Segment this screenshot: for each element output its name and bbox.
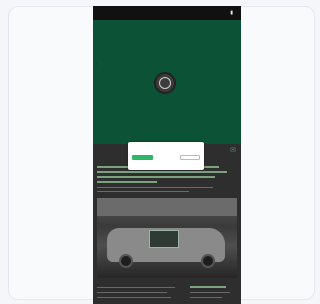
loading-spinner-icon xyxy=(154,72,176,94)
caption-line xyxy=(97,297,171,298)
chevron-left-icon[interactable]: ‹ xyxy=(95,62,97,68)
article-photo[interactable] xyxy=(97,198,237,278)
reject-button[interactable] xyxy=(159,156,175,159)
manage-options-button[interactable] xyxy=(180,155,200,160)
body-text-line xyxy=(97,187,213,188)
consent-subtitle xyxy=(146,150,186,153)
video-play-overlay[interactable] xyxy=(149,230,179,248)
video-player[interactable]: ‹ xyxy=(93,20,241,144)
related-headline-line[interactable] xyxy=(190,286,226,288)
body-text-line xyxy=(97,191,189,192)
battery-icon: ▮ xyxy=(230,10,233,16)
headline-line xyxy=(97,171,227,173)
headline-line xyxy=(97,176,215,178)
caption-line xyxy=(97,292,167,293)
accept-button[interactable] xyxy=(132,155,153,160)
consent-title xyxy=(134,145,198,149)
consent-links[interactable] xyxy=(144,164,188,167)
related-text-line xyxy=(190,297,222,298)
cookie-consent-dialog xyxy=(128,142,204,170)
related-text-line xyxy=(190,292,230,293)
photo-wheel xyxy=(201,254,215,268)
status-bar: ▮ xyxy=(93,6,241,20)
headline-line xyxy=(97,181,157,183)
share-icon[interactable]: ✉ xyxy=(230,147,236,154)
photo-wheel xyxy=(119,254,133,268)
caption-line xyxy=(97,287,175,288)
photo-background xyxy=(97,198,237,216)
